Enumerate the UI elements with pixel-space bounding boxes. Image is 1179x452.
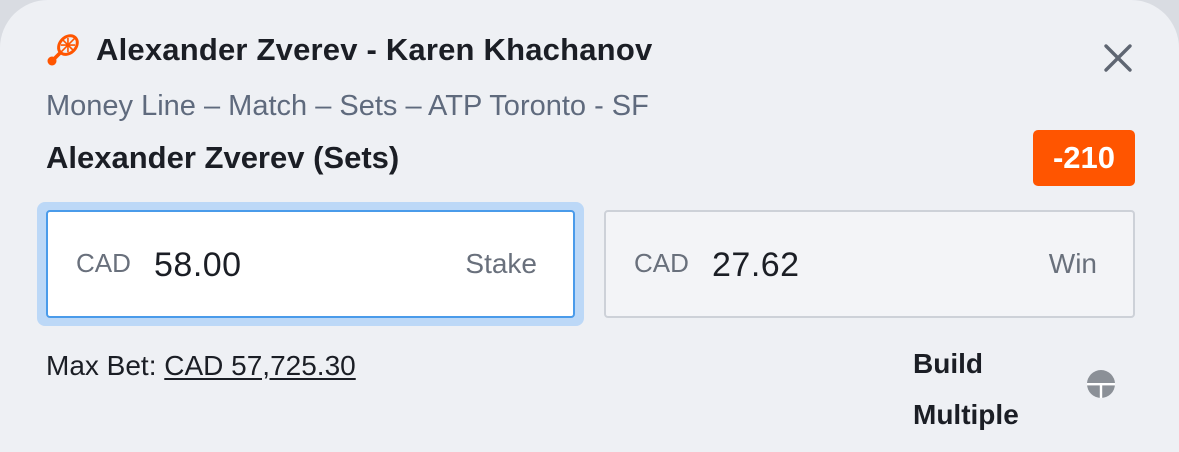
market-description: Money Line – Match – Sets – ATP Toronto … [46, 90, 649, 122]
win-field: CAD 27.62 Win [604, 210, 1135, 318]
max-bet-label: Max Bet: [46, 350, 157, 381]
max-bet: Max Bet: CAD 57,725.30 [46, 350, 356, 382]
bet-slip-card: Alexander Zverev - Karen Khachanov Money… [0, 0, 1179, 452]
selection-name: Alexander Zverev (Sets) [46, 140, 400, 175]
stake-input[interactable]: CAD 58.00 Stake [46, 210, 575, 318]
build-multiple-line1: Build [913, 348, 983, 379]
build-multiple-button[interactable]: Build Multiple [913, 338, 1063, 440]
stake-label: Stake [465, 248, 537, 279]
build-multiple-line2: Multiple [913, 399, 1019, 430]
win-currency: CAD [634, 248, 689, 278]
close-icon[interactable] [1098, 38, 1138, 78]
stake-currency: CAD [76, 248, 131, 278]
event-title-row: Alexander Zverev - Karen Khachanov [44, 28, 652, 72]
max-bet-link[interactable]: CAD 57,725.30 [164, 350, 355, 381]
win-value: 27.62 [712, 246, 800, 284]
tennis-racket-icon [47, 34, 79, 66]
event-title: Alexander Zverev - Karen Khachanov [96, 32, 653, 67]
stake-value[interactable]: 58.00 [154, 246, 242, 285]
toggle-icon[interactable] [1085, 368, 1117, 400]
odds-badge[interactable]: -210 [1033, 130, 1135, 186]
win-label: Win [1048, 248, 1097, 279]
